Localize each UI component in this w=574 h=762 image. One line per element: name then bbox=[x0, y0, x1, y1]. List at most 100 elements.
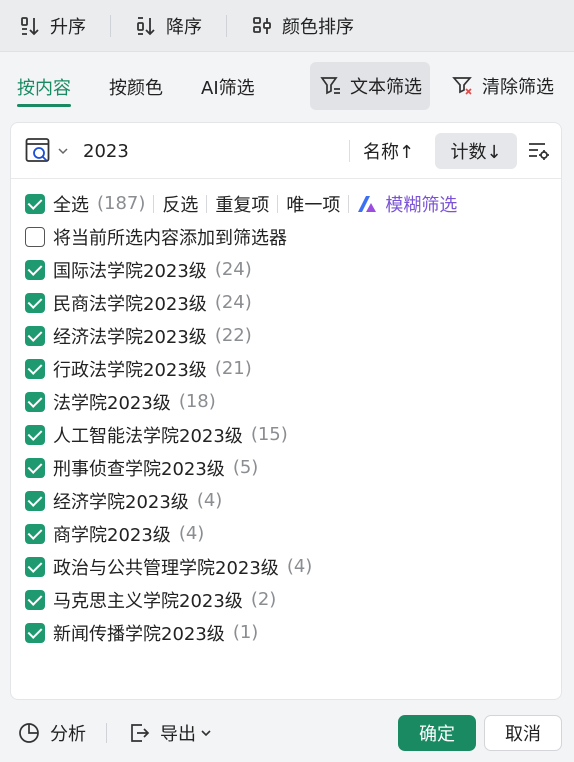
list-item-checkbox[interactable] bbox=[25, 457, 45, 478]
list-item-checkbox[interactable] bbox=[25, 589, 45, 610]
settings-icon bbox=[529, 143, 549, 160]
list-item-checkbox[interactable] bbox=[25, 556, 45, 577]
sort-descending-icon bbox=[137, 16, 155, 35]
cancel-button[interactable]: 取消 bbox=[484, 715, 562, 751]
fuzzy-filter-button[interactable]: 模糊筛选 bbox=[357, 191, 457, 217]
tab-ai-filter[interactable]: AI筛选 bbox=[201, 74, 255, 100]
ai-logo-icon bbox=[358, 195, 377, 212]
pie-chart-icon bbox=[19, 723, 39, 743]
list-item-count: (2) bbox=[250, 589, 277, 610]
list-item[interactable]: 新闻传播学院2023级 (1) bbox=[25, 616, 555, 649]
list-item-label[interactable]: 行政法学院2023级 bbox=[53, 356, 207, 382]
text-filter-button[interactable]: 文本筛选 bbox=[310, 62, 430, 110]
sort-descending-label: 降序 bbox=[166, 16, 202, 38]
clear-filter-button[interactable]: 清除筛选 bbox=[452, 62, 554, 110]
sort-by-name-button[interactable]: 名称↑ bbox=[363, 135, 414, 167]
list-item[interactable]: 经济学院2023级 (4) bbox=[25, 484, 555, 517]
list-item-label[interactable]: 政治与公共管理学院2023级 bbox=[53, 554, 279, 580]
list-item[interactable]: 人工智能法学院2023级 (15) bbox=[25, 418, 555, 451]
list-item-label[interactable]: 新闻传播学院2023级 bbox=[53, 620, 225, 646]
list-item[interactable]: 行政法学院2023级 (21) bbox=[25, 352, 555, 385]
divider bbox=[106, 723, 107, 743]
search-input[interactable] bbox=[83, 137, 323, 165]
sort-ascending-icon bbox=[21, 16, 39, 35]
list-item-count: (4) bbox=[286, 556, 313, 577]
list-item[interactable]: 民商法学院2023级 (24) bbox=[25, 286, 555, 319]
list-item[interactable]: 国际法学院2023级 (24) bbox=[25, 253, 555, 286]
list-item-label[interactable]: 经济法学院2023级 bbox=[53, 323, 207, 349]
list-item[interactable]: 刑事侦查学院2023级 (5) bbox=[25, 451, 555, 484]
search-scope-dropdown[interactable] bbox=[25, 137, 69, 165]
divider bbox=[153, 194, 155, 213]
list-item-checkbox[interactable] bbox=[25, 325, 45, 346]
list-item-checkbox[interactable] bbox=[25, 259, 45, 280]
list-item-count: (1) bbox=[232, 622, 259, 643]
list-item[interactable]: 马克思主义学院2023级 (2) bbox=[25, 583, 555, 616]
list-item-checkbox[interactable] bbox=[25, 292, 45, 313]
footer: 分析 导出 确定 取消 bbox=[0, 700, 574, 762]
sort-by-count-label: 计数↓ bbox=[450, 142, 502, 163]
items-container: 国际法学院2023级 (24) 民商法学院2023级 (24) 经济法学院2023级 (2… bbox=[25, 253, 555, 649]
export-label: 导出 bbox=[160, 724, 196, 745]
sort-descending-button[interactable]: 降序 bbox=[136, 0, 202, 52]
sort-by-name-label: 名称↑ bbox=[363, 142, 415, 163]
select-all-row: 全选 (187) 反选 重复项 唯一项 模糊筛选 bbox=[25, 187, 555, 220]
list-settings-button[interactable] bbox=[527, 139, 551, 167]
list-item[interactable]: 政治与公共管理学院2023级 (4) bbox=[25, 550, 555, 583]
list-item-checkbox[interactable] bbox=[25, 424, 45, 445]
list-item-checkbox[interactable] bbox=[25, 523, 45, 544]
export-button[interactable]: 导出 bbox=[128, 720, 212, 746]
divider bbox=[110, 15, 111, 37]
list-item-checkbox[interactable] bbox=[25, 490, 45, 511]
list-item[interactable]: 法学院2023级 (18) bbox=[25, 385, 555, 418]
invert-selection-link[interactable]: 反选 bbox=[162, 191, 198, 217]
chevron-down-icon bbox=[58, 148, 68, 155]
list-item-label[interactable]: 经济学院2023级 bbox=[53, 488, 189, 514]
duplicates-link[interactable]: 重复项 bbox=[215, 191, 269, 217]
analyze-button[interactable]: 分析 bbox=[18, 720, 86, 746]
unique-link[interactable]: 唯一项 bbox=[286, 191, 340, 217]
divider bbox=[206, 194, 208, 213]
list-item-count: (22) bbox=[214, 325, 252, 346]
list-item-label[interactable]: 马克思主义学院2023级 bbox=[53, 587, 243, 613]
list-item-checkbox[interactable] bbox=[25, 358, 45, 379]
list-item-label[interactable]: 国际法学院2023级 bbox=[53, 257, 207, 283]
divider bbox=[348, 194, 350, 213]
list-item-label[interactable]: 民商法学院2023级 bbox=[53, 290, 207, 316]
search-icon bbox=[25, 138, 50, 162]
confirm-button[interactable]: 确定 bbox=[398, 715, 476, 751]
tab-by-color[interactable]: 按颜色 bbox=[109, 74, 163, 100]
add-to-filter-label[interactable]: 将当前所选内容添加到筛选器 bbox=[53, 224, 287, 250]
sort-by-color-button[interactable]: 颜色排序 bbox=[252, 0, 354, 52]
list-item-label[interactable]: 商学院2023级 bbox=[53, 521, 171, 547]
list-item-count: (24) bbox=[214, 292, 252, 313]
active-tab-indicator bbox=[17, 104, 71, 107]
select-all-label[interactable]: 全选 bbox=[53, 191, 89, 217]
filter-icon bbox=[320, 77, 340, 95]
export-icon bbox=[131, 724, 150, 742]
list-item[interactable]: 经济法学院2023级 (22) bbox=[25, 319, 555, 352]
clear-filter-label: 清除筛选 bbox=[482, 77, 554, 98]
list-item-label[interactable]: 刑事侦查学院2023级 bbox=[53, 455, 225, 481]
sort-by-color-label: 颜色排序 bbox=[282, 16, 354, 38]
tab-by-content[interactable]: 按内容 bbox=[17, 74, 71, 100]
list-item[interactable]: 商学院2023级 (4) bbox=[25, 517, 555, 550]
fuzzy-filter-label: 模糊筛选 bbox=[385, 194, 458, 216]
list-item-count: (4) bbox=[196, 490, 223, 511]
list-item-label[interactable]: 法学院2023级 bbox=[53, 389, 171, 415]
list-item-count: (15) bbox=[250, 424, 288, 445]
add-to-filter-checkbox[interactable] bbox=[25, 226, 45, 247]
sort-ascending-button[interactable]: 升序 bbox=[20, 0, 86, 52]
list-item-checkbox[interactable] bbox=[25, 622, 45, 643]
list-item-label[interactable]: 人工智能法学院2023级 bbox=[53, 422, 243, 448]
sort-ascending-label: 升序 bbox=[50, 16, 86, 38]
divider bbox=[349, 140, 350, 162]
select-all-checkbox[interactable] bbox=[25, 193, 45, 214]
sort-toolbar: 升序 降序 颜色排序 bbox=[0, 0, 574, 52]
color-sort-icon bbox=[253, 16, 271, 34]
search-row: 名称↑ 计数↓ bbox=[11, 123, 561, 179]
analyze-label: 分析 bbox=[50, 724, 86, 745]
sort-by-count-button[interactable]: 计数↓ bbox=[435, 133, 517, 169]
text-filter-label: 文本筛选 bbox=[350, 77, 422, 98]
list-item-checkbox[interactable] bbox=[25, 391, 45, 412]
